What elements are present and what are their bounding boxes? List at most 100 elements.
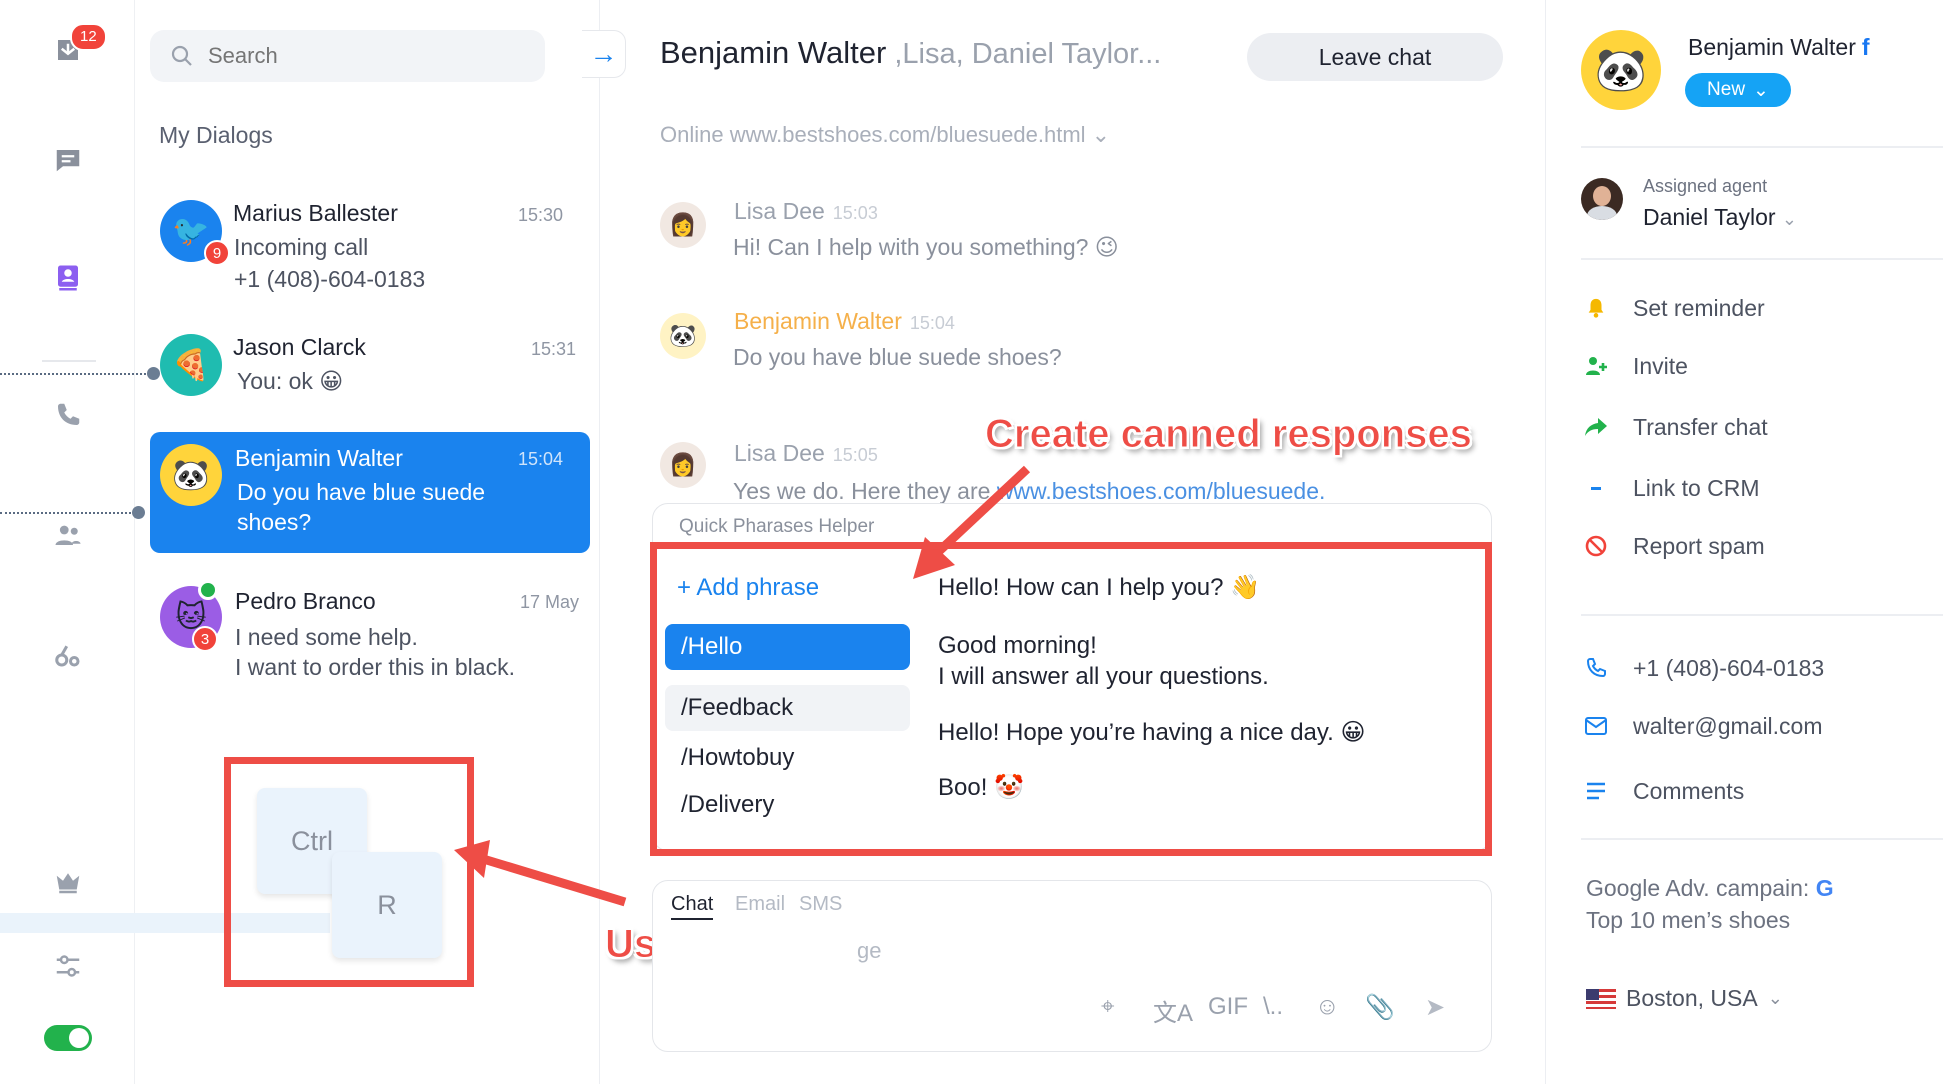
message-author: Lisa Dee 15:05 bbox=[734, 440, 878, 466]
emoji-icon[interactable]: ☺ bbox=[1315, 993, 1340, 1021]
dialog-item[interactable]: 🐱 3 Pedro Branco 17 May I need some help… bbox=[150, 572, 590, 690]
dialog-preview: I need some help. bbox=[235, 624, 418, 650]
hotkeys-arrow bbox=[454, 840, 627, 907]
template-button[interactable]: \.. bbox=[1263, 993, 1283, 1021]
invite-icon bbox=[1581, 354, 1611, 378]
phone-icon[interactable] bbox=[48, 395, 88, 435]
tab-chat[interactable]: Chat bbox=[671, 893, 714, 920]
divider bbox=[1581, 614, 1943, 616]
dialog-preview: Incoming call bbox=[234, 234, 369, 260]
chat-title-main: Benjamin Walter bbox=[660, 35, 887, 70]
rail-divider bbox=[42, 360, 96, 362]
avatar: 🐼 bbox=[160, 444, 222, 506]
gif-button[interactable]: GIF bbox=[1208, 993, 1248, 1021]
status-dropdown[interactable]: New ⌄ bbox=[1685, 73, 1791, 107]
chevron-down-icon: ⌄ bbox=[1781, 209, 1798, 229]
quick-phrases-title: Quick Pharases Helper bbox=[679, 516, 875, 537]
agent-avatar: 👩 bbox=[660, 202, 706, 248]
divider bbox=[1581, 838, 1943, 840]
phone-icon bbox=[1581, 656, 1611, 680]
chevron-down-icon: ⌄ bbox=[1767, 988, 1783, 1008]
canned-responses-highlight-box bbox=[650, 542, 1492, 856]
search-input[interactable] bbox=[208, 43, 508, 69]
agent-avatar: 👩 bbox=[660, 442, 706, 488]
transfer-chat-action[interactable]: Transfer chat bbox=[1581, 407, 1921, 447]
assigned-agent-label: Assigned agent bbox=[1643, 176, 1768, 196]
facebook-icon: f bbox=[1861, 34, 1870, 60]
us-flag-icon bbox=[1586, 988, 1616, 1009]
dialog-preview: shoes? bbox=[237, 509, 312, 535]
tab-email[interactable]: Email bbox=[735, 893, 785, 916]
dialog-name: Benjamin Walter bbox=[235, 445, 403, 471]
send-icon[interactable]: ➤ bbox=[1425, 993, 1445, 1022]
search-box[interactable] bbox=[150, 30, 545, 82]
dialog-name: Marius Ballester bbox=[233, 200, 398, 226]
bell-icon bbox=[1581, 296, 1611, 320]
message-input[interactable]: ge bbox=[857, 938, 1457, 964]
dialog-name: Pedro Branco bbox=[235, 588, 376, 614]
customer-name: Benjamin Walter f bbox=[1688, 34, 1870, 60]
chat-icon[interactable] bbox=[48, 140, 88, 180]
message-composer: Chat Email SMS ge ⌖ 文A GIF \.. ☺ 📎 ➤ bbox=[652, 880, 1492, 1052]
message-link[interactable]: www.bestshoes.com/bluesuede. bbox=[997, 478, 1326, 504]
hotkeys-highlight-box bbox=[224, 757, 474, 987]
spam-icon bbox=[1581, 534, 1611, 558]
connector-line bbox=[0, 373, 150, 375]
comments-info[interactable]: Comments bbox=[1581, 771, 1921, 811]
dialog-time: 15:04 bbox=[518, 449, 564, 469]
dialog-item[interactable]: 🍕 Jason Clarck 15:31 You: ok 😀 bbox=[150, 320, 590, 420]
dialog-time: 15:31 bbox=[531, 339, 577, 359]
unread-badge: 9 bbox=[204, 240, 230, 266]
message-author: Benjamin Walter 15:04 bbox=[734, 308, 955, 334]
dialog-item[interactable]: 🐦 9 Marius Ballester 15:30 Incoming call… bbox=[150, 188, 590, 298]
attach-icon[interactable]: 📎 bbox=[1365, 993, 1395, 1022]
transfer-icon bbox=[1581, 416, 1611, 438]
mail-icon bbox=[1581, 716, 1611, 736]
message-text: Hi! Can I help with you something? 😉 bbox=[733, 234, 1119, 260]
contacts-icon[interactable] bbox=[48, 258, 88, 298]
set-reminder-action[interactable]: Set reminder bbox=[1581, 288, 1921, 328]
customer-avatar: 🐼 bbox=[1581, 30, 1661, 110]
dialog-preview: You: ok 😀 bbox=[237, 368, 344, 394]
customer-profile-panel: 🐼 Benjamin Walter f New ⌄ Assigned agent D… bbox=[1545, 0, 1960, 1084]
link-crm-action[interactable]: Link to CRM bbox=[1581, 468, 1921, 508]
collapse-arrow-icon[interactable]: → bbox=[582, 30, 626, 78]
dialog-preview: +1 (408)-604-0183 bbox=[234, 266, 426, 292]
translate-icon[interactable]: 文A bbox=[1153, 993, 1193, 1028]
visitor-url[interactable]: Online www.bestshoes.com/bluesuede.html … bbox=[660, 122, 1110, 148]
chat-title: Benjamin Walter ,Lisa, Daniel Taylor... bbox=[660, 35, 1161, 71]
agent-avatar bbox=[1581, 178, 1623, 220]
settings-icon[interactable] bbox=[48, 946, 88, 986]
email-info[interactable]: walter@gmail.com bbox=[1581, 706, 1921, 746]
crm-icon bbox=[1581, 486, 1611, 490]
inbox-badge: 12 bbox=[70, 23, 107, 51]
comments-icon bbox=[1581, 781, 1611, 801]
location-select[interactable]: Boston, USA ⌄ bbox=[1586, 985, 1783, 1012]
dialog-preview: I want to order this in black. bbox=[235, 654, 515, 680]
crown-icon[interactable] bbox=[48, 862, 88, 902]
search-icon bbox=[171, 45, 192, 66]
avatar: 🍕 bbox=[160, 334, 222, 396]
team-icon[interactable] bbox=[48, 515, 88, 555]
report-spam-action[interactable]: Report spam bbox=[1581, 526, 1921, 566]
online-toggle[interactable] bbox=[44, 1025, 92, 1051]
analytics-icon[interactable] bbox=[48, 635, 88, 675]
tab-sms[interactable]: SMS bbox=[799, 893, 842, 916]
leave-chat-button[interactable]: Leave chat bbox=[1247, 33, 1503, 81]
canned-arrow bbox=[913, 465, 1031, 579]
dialog-time: 15:30 bbox=[518, 205, 564, 225]
campaign-info: Google Adv. campain: G Top 10 men’s shoe… bbox=[1586, 875, 1834, 933]
target-icon[interactable]: ⌖ bbox=[1101, 993, 1115, 1021]
divider bbox=[1581, 258, 1943, 260]
section-title: My Dialogs bbox=[159, 122, 273, 148]
chevron-down-icon: ⌄ bbox=[1753, 79, 1769, 101]
dialog-item-active[interactable]: 🐼 Benjamin Walter 15:04 Do you have blue… bbox=[150, 432, 590, 553]
dialog-name: Jason Clarck bbox=[233, 334, 366, 360]
online-dot bbox=[198, 580, 218, 600]
assigned-agent-select[interactable]: Daniel Taylor ⌄ bbox=[1643, 204, 1797, 231]
phone-info[interactable]: +1 (408)-604-0183 bbox=[1581, 648, 1921, 688]
invite-action[interactable]: Invite bbox=[1581, 346, 1921, 386]
divider bbox=[1581, 146, 1943, 148]
google-icon: G bbox=[1815, 875, 1834, 901]
chat-title-others: ,Lisa, Daniel Taylor... bbox=[886, 38, 1162, 70]
